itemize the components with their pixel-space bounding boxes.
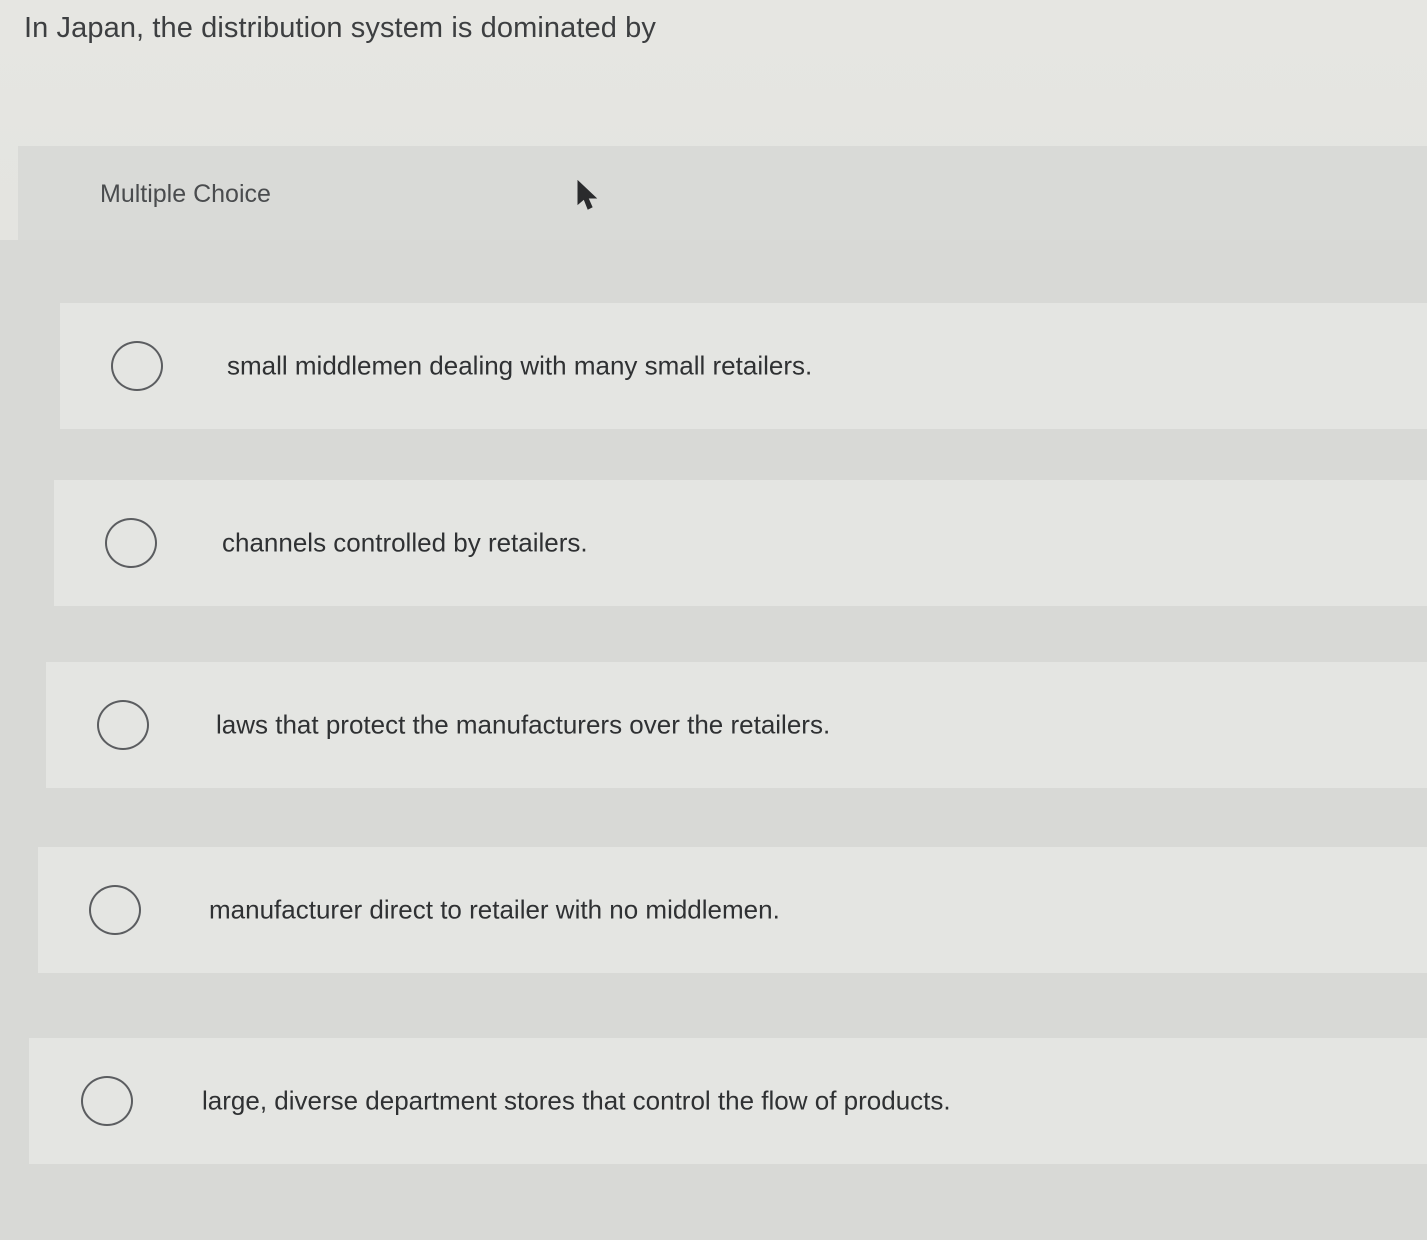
radio-button-icon[interactable] (105, 518, 157, 568)
options-list: small middlemen dealing with many small … (0, 240, 1427, 1240)
multiple-choice-label: Multiple Choice (100, 180, 271, 208)
option-label: manufacturer direct to retailer with no … (209, 894, 780, 925)
radio-button-icon[interactable] (81, 1076, 133, 1126)
radio-button-icon[interactable] (111, 341, 163, 391)
option-4[interactable]: manufacturer direct to retailer with no … (38, 847, 1427, 973)
radio-button-icon[interactable] (97, 700, 149, 750)
option-label: channels controlled by retailers. (222, 527, 588, 558)
radio-button-icon[interactable] (89, 885, 141, 935)
option-label: small middlemen dealing with many small … (227, 350, 813, 381)
question-text: In Japan, the distribution system is dom… (24, 12, 656, 44)
option-1[interactable]: small middlemen dealing with many small … (60, 303, 1427, 429)
option-label: large, diverse department stores that co… (202, 1085, 951, 1116)
option-5[interactable]: large, diverse department stores that co… (29, 1038, 1427, 1164)
option-label: laws that protect the manufacturers over… (216, 709, 831, 740)
mouse-pointer-icon (577, 180, 598, 210)
option-2[interactable]: channels controlled by retailers. (54, 480, 1427, 606)
multiple-choice-header: Multiple Choice (18, 146, 1427, 240)
option-3[interactable]: laws that protect the manufacturers over… (46, 662, 1427, 788)
